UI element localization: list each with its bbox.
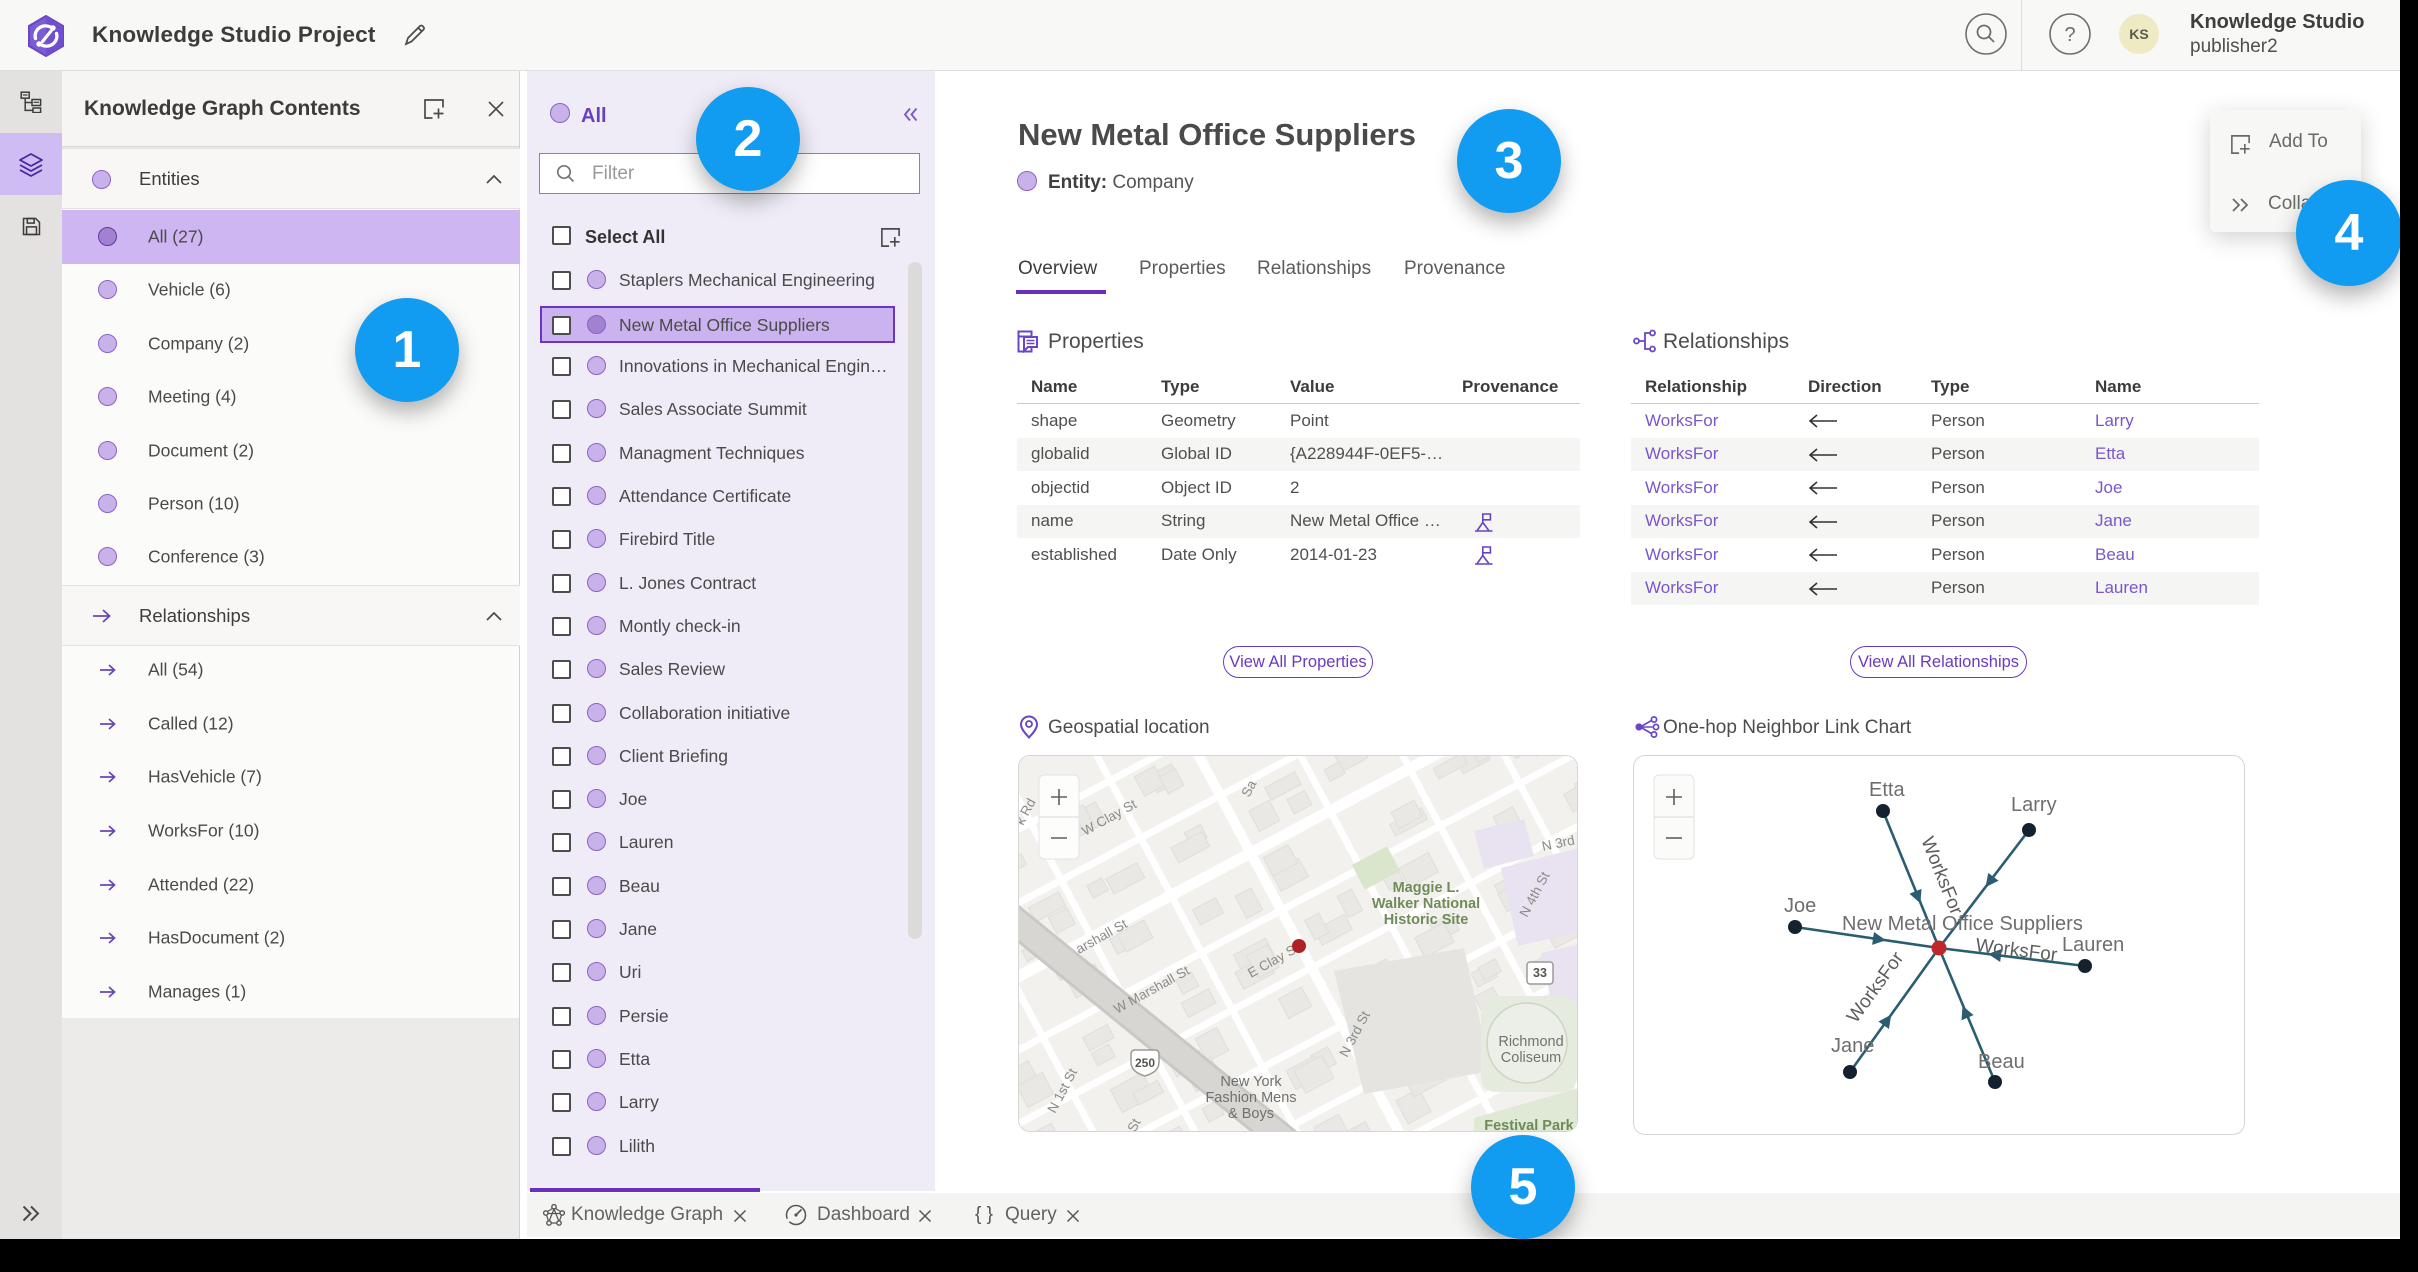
svg-text:Lauren: Lauren — [2062, 934, 2124, 956]
svg-text:Etta: Etta — [1869, 779, 1905, 801]
svg-text:Richmond: Richmond — [1498, 1034, 1563, 1050]
svg-text:Joe: Joe — [1784, 895, 1816, 917]
svg-text:Coliseum: Coliseum — [1501, 1050, 1561, 1066]
svg-text:?: ? — [2064, 24, 2075, 46]
svg-text:WorksFor: WorksFor — [1916, 834, 1966, 919]
svg-text:Walker National: Walker National — [1372, 896, 1480, 912]
svg-text:New York: New York — [1220, 1074, 1282, 1090]
svg-text:Maggie L.: Maggie L. — [1393, 880, 1460, 896]
svg-text:Larry: Larry — [2011, 794, 2057, 816]
svg-text:250: 250 — [1135, 1056, 1155, 1070]
svg-text:Beau: Beau — [1978, 1051, 2025, 1073]
svg-text:Fashion Mens: Fashion Mens — [1205, 1090, 1296, 1106]
svg-text:New Metal Office Suppliers: New Metal Office Suppliers — [1842, 913, 2083, 935]
svg-text:WorksFor: WorksFor — [1843, 948, 1909, 1027]
svg-text:Festival Park: Festival Park — [1484, 1118, 1574, 1132]
svg-text:& Boys: & Boys — [1228, 1106, 1274, 1122]
svg-text:Historic Site: Historic Site — [1384, 912, 1469, 928]
svg-text:WorksFor: WorksFor — [1974, 935, 2059, 966]
svg-text:33: 33 — [1533, 966, 1547, 980]
svg-text:Jane: Jane — [1831, 1035, 1874, 1057]
